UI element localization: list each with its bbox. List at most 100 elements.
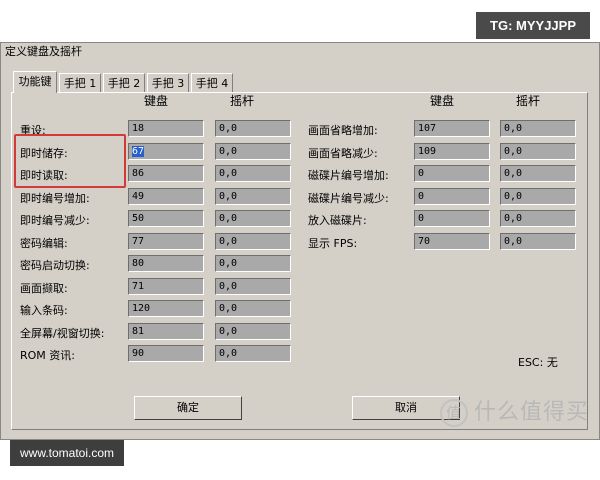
watermark-top: TG: MYYJJPP	[476, 12, 590, 39]
smzdm-watermark: 值什么值得买	[440, 394, 589, 427]
left-row-keyboard-field[interactable]: 77	[128, 232, 204, 250]
left-row-keyboard-field[interactable]: 71	[128, 277, 204, 295]
tab-pad-3[interactable]: 手把 3	[147, 73, 189, 92]
right-row-joystick-value: 0,0	[504, 235, 523, 247]
right-row-keyboard-value: 0	[418, 190, 425, 202]
left-row-joystick-value: 0,0	[219, 280, 238, 292]
smzdm-watermark-text: 什么值得买	[474, 400, 590, 425]
left-row-keyboard-value: 80	[132, 258, 145, 269]
right-row-joystick-field[interactable]: 0,0	[500, 210, 576, 227]
right-row-keyboard-field[interactable]: 107	[414, 120, 490, 137]
right-row-joystick-field[interactable]: 0,0	[500, 142, 576, 160]
right-row-keyboard-field[interactable]: 0	[414, 165, 490, 182]
left-row-joystick-value: 0,0	[219, 235, 238, 247]
left-row-joystick-value: 0,0	[219, 190, 238, 202]
esc-label: ESC: 无	[518, 356, 558, 369]
right-row-label: 放入磁碟片:	[308, 214, 367, 227]
left-row-joystick-value: 0,0	[219, 258, 238, 269]
left-row-joystick-field[interactable]: 0,0	[215, 345, 291, 362]
right-row-joystick-field[interactable]: 0,0	[500, 187, 576, 205]
right-row-joystick-value: 0,0	[504, 123, 523, 134]
left-row-joystick-field[interactable]: 0,0	[215, 142, 291, 160]
left-row-keyboard-value: 81	[132, 325, 145, 337]
left-row-joystick-value: 0,0	[219, 213, 238, 224]
left-row-keyboard-value: 67	[132, 145, 145, 157]
right-row-joystick-value: 0,0	[504, 213, 523, 224]
left-row-joystick-field[interactable]: 0,0	[215, 255, 291, 272]
left-row-label: 输入条码:	[20, 304, 68, 317]
right-row-joystick-value: 0,0	[504, 190, 523, 202]
left-row-keyboard-value: 77	[132, 235, 145, 247]
left-row-label: 全屏幕/视窗切换:	[20, 326, 105, 340]
left-row-keyboard-value: 18	[132, 123, 145, 134]
left-row-joystick-field[interactable]: 0,0	[215, 322, 291, 340]
left-row-keyboard-field[interactable]: 81	[128, 322, 204, 340]
right-keyboard-header: 键盘	[430, 94, 455, 108]
left-row-label: 即时编号增加:	[20, 191, 90, 205]
right-joystick-header: 摇杆	[516, 94, 541, 108]
right-row-label: 磁碟片编号增加:	[308, 169, 389, 182]
left-row-label: 密码编辑:	[20, 236, 68, 250]
tab-pad-1[interactable]: 手把 1	[59, 73, 101, 92]
right-row-keyboard-field[interactable]: 0	[414, 187, 490, 205]
left-row-keyboard-field[interactable]: 120	[128, 300, 204, 317]
left-row-joystick-value: 0,0	[219, 325, 238, 337]
left-row-joystick-field[interactable]: 0,0	[215, 187, 291, 205]
left-row-keyboard-value: 71	[132, 280, 145, 292]
smzdm-logo-icon: 值	[440, 399, 468, 427]
right-row-keyboard-field[interactable]: 70	[414, 232, 490, 250]
left-row-joystick-value: 0,0	[219, 303, 238, 314]
right-row-keyboard-value: 107	[418, 123, 437, 134]
left-row-joystick-value: 0,0	[219, 348, 238, 359]
left-row-label: ROM 资讯:	[20, 349, 75, 362]
left-row-keyboard-value: 49	[132, 190, 145, 202]
tab-function-keys[interactable]: 功能键	[13, 71, 57, 93]
left-row-joystick-value: 0,0	[219, 145, 238, 157]
left-row-keyboard-value: 90	[132, 348, 145, 359]
right-row-keyboard-field[interactable]: 109	[414, 142, 490, 160]
ok-button[interactable]: 确定	[134, 396, 242, 420]
left-row-keyboard-field[interactable]: 67	[128, 142, 204, 160]
left-row-keyboard-field[interactable]: 50	[128, 210, 204, 227]
tab-pad-2[interactable]: 手把 2	[103, 73, 145, 92]
left-row-joystick-field[interactable]: 0,0	[215, 277, 291, 295]
right-row-label: 画面省略减少:	[308, 146, 378, 160]
right-row-keyboard-value: 0	[418, 213, 425, 224]
left-row-keyboard-value: 86	[132, 168, 145, 179]
right-row-keyboard-value: 70	[418, 235, 431, 247]
left-keyboard-header: 键盘	[144, 94, 169, 108]
right-row-label: 显示 FPS:	[308, 236, 358, 250]
left-row-keyboard-value: 120	[132, 303, 151, 314]
left-row-label: 密码启动切换:	[20, 259, 90, 272]
right-row-keyboard-value: 0	[418, 168, 425, 179]
left-row-joystick-value: 0,0	[219, 168, 238, 179]
left-row-joystick-field[interactable]: 0,0	[215, 120, 291, 137]
left-row-keyboard-value: 50	[132, 213, 145, 224]
right-row-joystick-field[interactable]: 0,0	[500, 120, 576, 137]
left-row-joystick-value: 0,0	[219, 123, 238, 134]
left-row-label: 画面撷取:	[20, 281, 68, 295]
left-row-keyboard-field[interactable]: 90	[128, 345, 204, 362]
left-row-keyboard-field[interactable]: 18	[128, 120, 204, 137]
left-row-keyboard-field[interactable]: 86	[128, 165, 204, 182]
left-row-joystick-field[interactable]: 0,0	[215, 210, 291, 227]
right-row-joystick-field[interactable]: 0,0	[500, 165, 576, 182]
right-row-joystick-value: 0,0	[504, 168, 523, 179]
left-row-label: 即时编号减少:	[20, 214, 90, 227]
left-row-joystick-field[interactable]: 0,0	[215, 165, 291, 182]
annotation-highlight-box	[14, 134, 126, 188]
right-row-keyboard-value: 109	[418, 145, 437, 157]
left-joystick-header: 摇杆	[230, 94, 255, 108]
watermark-bottom: www.tomatoi.com	[10, 440, 125, 466]
right-row-label: 画面省略增加:	[308, 124, 378, 137]
left-row-keyboard-field[interactable]: 49	[128, 187, 204, 205]
right-row-keyboard-field[interactable]: 0	[414, 210, 490, 227]
tab-pad-4[interactable]: 手把 4	[191, 73, 233, 92]
right-row-joystick-field[interactable]: 0,0	[500, 232, 576, 250]
right-row-joystick-value: 0,0	[504, 145, 523, 157]
left-row-joystick-field[interactable]: 0,0	[215, 232, 291, 250]
left-row-joystick-field[interactable]: 0,0	[215, 300, 291, 317]
window-title: 定义键盘及摇杆	[1, 43, 599, 61]
right-row-label: 磁碟片编号减少:	[308, 191, 389, 205]
left-row-keyboard-field[interactable]: 80	[128, 255, 204, 272]
